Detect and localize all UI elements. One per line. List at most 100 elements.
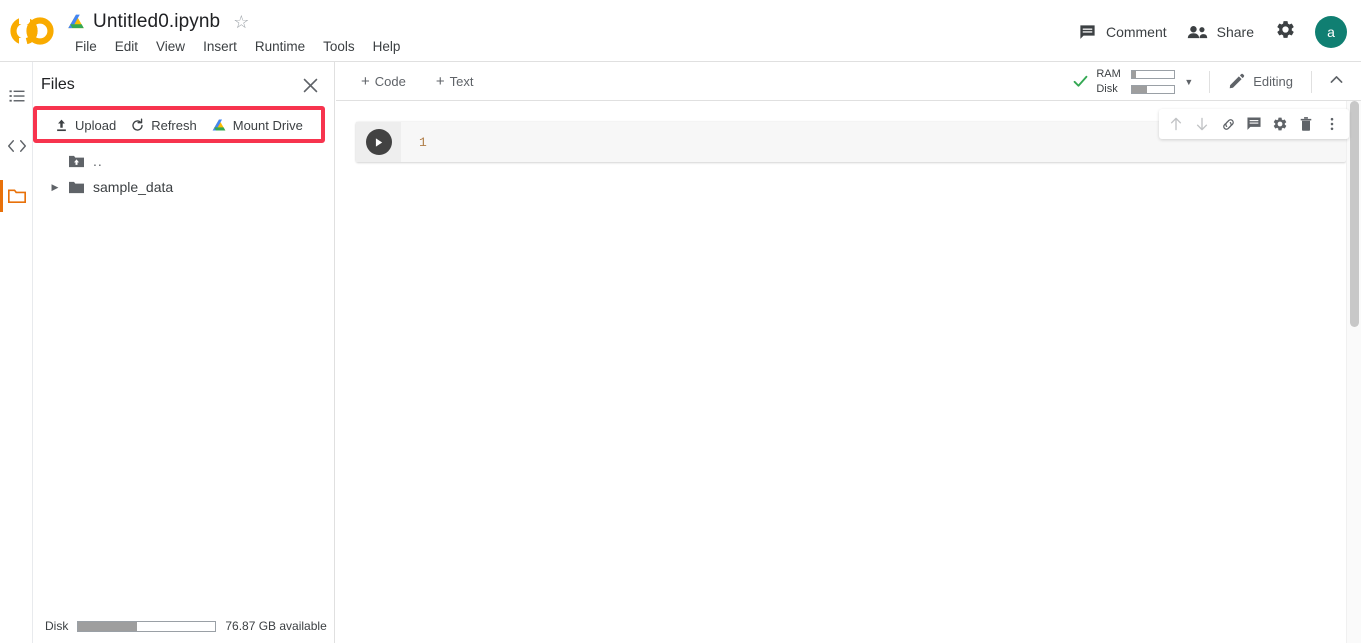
cell-gutter bbox=[356, 122, 401, 162]
arrow-up-icon bbox=[1170, 117, 1182, 131]
gear-icon bbox=[1273, 117, 1287, 131]
toolbar-divider bbox=[1209, 70, 1211, 93]
comment-label: Comment bbox=[1105, 24, 1167, 40]
trash-icon bbox=[1300, 117, 1312, 131]
ram-gauge-bar bbox=[1131, 69, 1176, 79]
comment-button[interactable]: Comment bbox=[1068, 17, 1177, 48]
gear-icon bbox=[1277, 21, 1294, 38]
disk-status-bar: Disk 76.87 GB available bbox=[33, 609, 335, 643]
google-drive-icon bbox=[212, 119, 226, 130]
file-tree-row-parent[interactable]: .. bbox=[33, 148, 335, 174]
check-icon bbox=[1073, 75, 1088, 87]
disk-available-text: 76.87 GB available bbox=[225, 619, 327, 633]
mount-drive-button[interactable]: Mount Drive bbox=[204, 114, 310, 137]
menu-item-edit[interactable]: Edit bbox=[106, 37, 147, 56]
files-toolbar: Upload Refresh Mount Drive bbox=[39, 108, 331, 142]
user-avatar[interactable]: a bbox=[1315, 16, 1347, 48]
rail-item-code-snippets[interactable] bbox=[0, 124, 33, 168]
rail-item-table-of-contents[interactable] bbox=[0, 74, 33, 118]
menu-item-help[interactable]: Help bbox=[364, 37, 410, 56]
ram-label: RAM bbox=[1096, 68, 1121, 80]
upload-button[interactable]: Upload bbox=[47, 114, 123, 137]
toolbar-divider bbox=[1311, 70, 1312, 93]
resource-gauges: RAM Disk bbox=[1096, 68, 1176, 95]
upload-label: Upload bbox=[75, 117, 117, 133]
menu-item-runtime[interactable]: Runtime bbox=[246, 37, 314, 56]
add-text-label: Text bbox=[449, 73, 474, 89]
menu-item-insert[interactable]: Insert bbox=[194, 37, 246, 56]
more-cell-actions-button[interactable] bbox=[1320, 112, 1344, 136]
file-tree: .. ▶ sample_data bbox=[33, 148, 335, 200]
disk-gauge-row: Disk bbox=[1096, 83, 1176, 95]
disk-status-label: Disk bbox=[45, 619, 69, 633]
google-drive-icon bbox=[68, 14, 84, 29]
disk-usage-bar bbox=[77, 620, 217, 632]
settings-button[interactable] bbox=[1268, 12, 1303, 52]
menu-item-file[interactable]: File bbox=[66, 37, 106, 56]
plus-icon: + bbox=[361, 72, 370, 90]
comment-icon bbox=[1080, 24, 1095, 39]
delete-cell-button[interactable] bbox=[1294, 112, 1318, 136]
move-cell-up-button[interactable] bbox=[1164, 112, 1188, 136]
disk-label: Disk bbox=[1096, 83, 1118, 95]
add-text-cell-button[interactable]: + Text bbox=[427, 70, 483, 93]
caret-down-icon[interactable]: ▼ bbox=[1184, 77, 1193, 87]
disk-gauge-bar bbox=[1131, 84, 1176, 94]
notebook-scrollbar[interactable] bbox=[1346, 101, 1361, 643]
app-header: Untitled0.ipynb ☆ File Edit View Insert … bbox=[0, 0, 1361, 62]
share-label: Share bbox=[1216, 24, 1254, 40]
files-panel-title: Files bbox=[41, 76, 75, 93]
scrollbar-thumb[interactable] bbox=[1350, 101, 1359, 327]
notebook-body: 1 bbox=[336, 101, 1361, 643]
editing-mode-button[interactable]: Editing bbox=[1220, 69, 1301, 94]
people-icon bbox=[1187, 25, 1207, 38]
folder-icon bbox=[7, 189, 26, 204]
pencil-icon bbox=[1229, 73, 1245, 89]
menu-bar: File Edit View Insert Runtime Tools Help bbox=[66, 37, 409, 56]
expand-caret-icon[interactable]: ▶ bbox=[45, 182, 65, 193]
folder-icon bbox=[65, 180, 87, 195]
avatar-initial: a bbox=[1327, 24, 1335, 40]
refresh-button[interactable]: Refresh bbox=[123, 114, 204, 137]
link-icon bbox=[1222, 118, 1234, 130]
menu-item-view[interactable]: View bbox=[147, 37, 194, 56]
menu-item-tools[interactable]: Tools bbox=[314, 37, 364, 56]
colab-logo[interactable] bbox=[10, 14, 54, 48]
share-button[interactable]: Share bbox=[1177, 17, 1264, 48]
collapse-toolbar-button[interactable] bbox=[1322, 65, 1351, 99]
upload-icon bbox=[57, 119, 66, 131]
resources-indicator[interactable]: RAM Disk ▼ bbox=[1066, 66, 1199, 97]
move-cell-down-button[interactable] bbox=[1190, 112, 1214, 136]
left-icon-rail bbox=[0, 62, 33, 643]
chevron-up-icon bbox=[1330, 75, 1343, 83]
plus-icon: + bbox=[435, 72, 445, 90]
cell-settings-button[interactable] bbox=[1268, 112, 1292, 136]
link-to-cell-button[interactable] bbox=[1216, 112, 1240, 136]
notebook-toolbar-right: RAM Disk ▼ Editing bbox=[1066, 62, 1351, 101]
cell-line-number: 1 bbox=[419, 134, 427, 150]
rail-item-files[interactable] bbox=[0, 174, 33, 218]
notebook-toolbar: + Code + Text RAM Disk ▼ Editing bbox=[336, 62, 1361, 101]
notebook-title[interactable]: Untitled0.ipynb bbox=[93, 11, 220, 33]
add-code-label: Code bbox=[374, 73, 406, 89]
list-icon bbox=[9, 90, 24, 102]
mount-drive-label: Mount Drive bbox=[232, 117, 303, 133]
add-comment-button[interactable] bbox=[1242, 112, 1266, 136]
run-cell-button[interactable] bbox=[365, 129, 392, 155]
cell-toolbar bbox=[1159, 109, 1349, 139]
code-brackets-icon bbox=[7, 140, 26, 152]
add-code-cell-button[interactable]: + Code bbox=[352, 70, 415, 93]
play-icon bbox=[375, 137, 383, 147]
close-icon bbox=[303, 78, 317, 92]
file-tree-row-sample-data[interactable]: ▶ sample_data bbox=[33, 174, 335, 200]
close-files-panel-button[interactable] bbox=[297, 72, 323, 98]
refresh-label: Refresh bbox=[151, 117, 197, 133]
files-sidebar: Files Upload Refresh Mount Drive .. ▶ sa… bbox=[33, 62, 335, 643]
arrow-down-icon bbox=[1196, 117, 1208, 131]
files-panel-header: Files bbox=[33, 62, 335, 108]
ram-gauge-row: RAM bbox=[1096, 68, 1176, 80]
kebab-menu-icon bbox=[1330, 117, 1334, 131]
star-outline-icon[interactable]: ☆ bbox=[233, 13, 249, 31]
colab-app: Untitled0.ipynb ☆ File Edit View Insert … bbox=[0, 0, 1361, 643]
header-actions: Comment Share a bbox=[1068, 12, 1347, 52]
